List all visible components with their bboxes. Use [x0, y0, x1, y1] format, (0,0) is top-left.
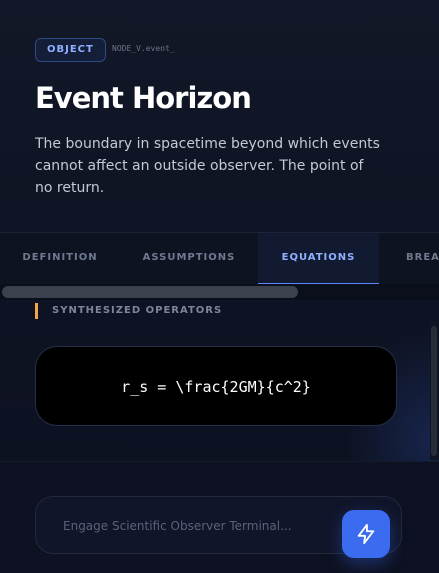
page-title: Event Horizon	[35, 81, 252, 115]
content-vertical-scrollbar[interactable]	[430, 320, 439, 460]
tab-bar: DEFINITION ASSUMPTIONS EQUATIONS BREA	[0, 232, 439, 286]
type-badge: OBJECT	[35, 38, 106, 62]
equation-display: r_s = \frac{2GM}{c^2}	[35, 346, 397, 426]
vertical-scrollbar-thumb[interactable]	[431, 326, 437, 456]
terminal-input-container	[35, 496, 402, 558]
node-id-label: NODE_V.event_	[112, 44, 175, 53]
observer-terminal-bar	[0, 461, 439, 573]
concept-header: OBJECT NODE_V.event_ Event Horizon The b…	[0, 0, 439, 232]
tab-definition[interactable]: DEFINITION	[0, 233, 120, 285]
concept-description: The boundary in spacetime beyond which e…	[35, 136, 380, 196]
tab-equations[interactable]: EQUATIONS	[258, 233, 379, 285]
tab-breakdown[interactable]: BREA	[379, 233, 439, 285]
tab-assumptions[interactable]: ASSUMPTIONS	[120, 233, 258, 285]
horizontal-scrollbar-thumb[interactable]	[2, 286, 298, 298]
tabs-horizontal-scrollbar[interactable]	[0, 284, 439, 300]
terminal-input[interactable]	[36, 497, 365, 555]
send-button[interactable]	[342, 510, 390, 558]
concept-panel: OBJECT NODE_V.event_ Event Horizon The b…	[0, 0, 439, 573]
lightning-bolt-icon	[357, 523, 375, 545]
section-heading: SYNTHESIZED OPERATORS	[35, 303, 222, 319]
